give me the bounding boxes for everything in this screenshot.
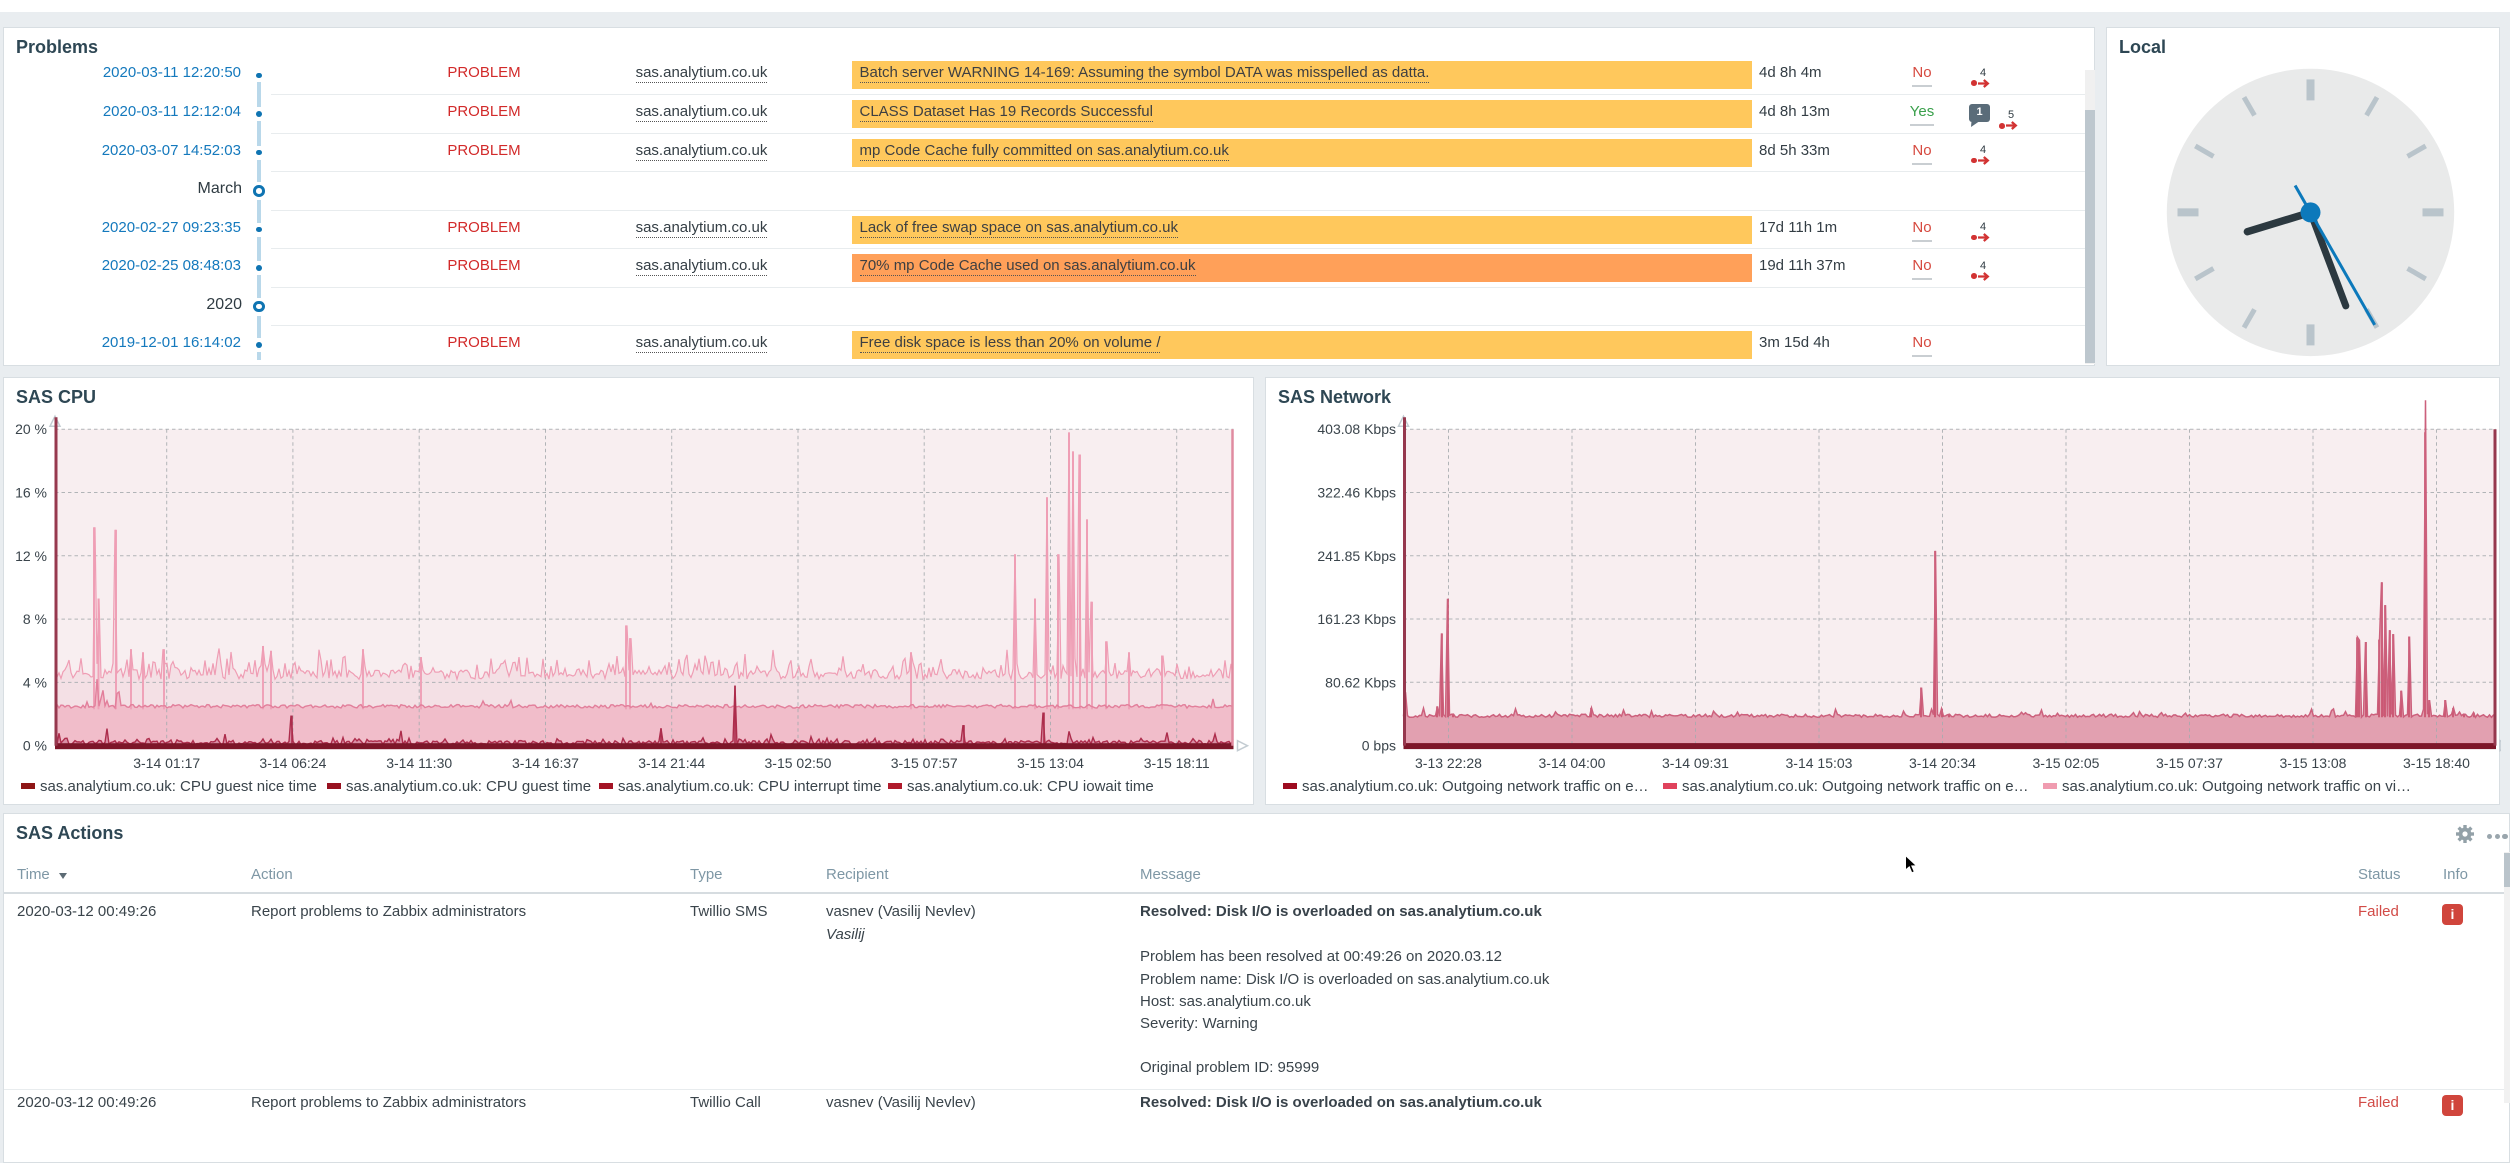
svg-text:403.08 Kbps: 403.08 Kbps [1317, 421, 1396, 437]
svg-text:3-14 09:31: 3-14 09:31 [1662, 755, 1729, 771]
svg-text:20 %: 20 % [15, 421, 47, 437]
svg-text:sas.analytium.co.uk: CPU iowai: sas.analytium.co.uk: CPU iowait time [907, 778, 1154, 795]
svg-text:3-15 07:57: 3-15 07:57 [891, 755, 958, 771]
svg-text:3-14 01:17: 3-14 01:17 [133, 755, 200, 771]
svg-text:3-14 11:30: 3-14 11:30 [386, 755, 452, 771]
svg-text:3-14 20:34: 3-14 20:34 [1909, 755, 1976, 771]
svg-text:16 %: 16 % [15, 485, 47, 501]
svg-text:sas.analytium.co.uk: CPU inter: sas.analytium.co.uk: CPU interrupt time [618, 778, 881, 795]
svg-text:3-14 21:44: 3-14 21:44 [638, 755, 705, 771]
svg-text:4 %: 4 % [23, 674, 47, 690]
svg-text:sas.analytium.co.uk: CPU guest: sas.analytium.co.uk: CPU guest time [346, 778, 591, 795]
svg-text:3-15 02:05: 3-15 02:05 [2033, 755, 2100, 771]
svg-text:sas.analytium.co.uk: Outgoing: sas.analytium.co.uk: Outgoing network tr… [1682, 778, 2029, 795]
svg-text:80.62 Kbps: 80.62 Kbps [1325, 674, 1396, 690]
svg-text:161.23 Kbps: 161.23 Kbps [1317, 611, 1396, 627]
svg-text:0 bps: 0 bps [1362, 738, 1396, 754]
svg-text:3-15 07:37: 3-15 07:37 [2156, 755, 2223, 771]
svg-text:3-15 18:11: 3-15 18:11 [1144, 755, 1210, 771]
svg-text:3-15 18:40: 3-15 18:40 [2403, 755, 2470, 771]
svg-text:3-14 06:24: 3-14 06:24 [259, 755, 326, 771]
svg-text:322.46 Kbps: 322.46 Kbps [1317, 485, 1396, 501]
svg-text:8 %: 8 % [23, 611, 47, 627]
svg-text:3-13 22:28: 3-13 22:28 [1415, 755, 1482, 771]
svg-text:3-15 13:08: 3-15 13:08 [2280, 755, 2347, 771]
svg-text:3-15 02:50: 3-15 02:50 [765, 755, 832, 771]
svg-text:12 %: 12 % [15, 548, 47, 564]
svg-text:sas.analytium.co.uk: Outgoing: sas.analytium.co.uk: Outgoing network tr… [2062, 778, 2411, 795]
svg-text:3-14 16:37: 3-14 16:37 [512, 755, 579, 771]
svg-text:sas.analytium.co.uk: CPU guest: sas.analytium.co.uk: CPU guest nice time [40, 778, 317, 795]
svg-text:3-14 04:00: 3-14 04:00 [1539, 755, 1606, 771]
svg-text:sas.analytium.co.uk: Outgoing: sas.analytium.co.uk: Outgoing network tr… [1302, 778, 1649, 795]
svg-text:241.85 Kbps: 241.85 Kbps [1317, 548, 1396, 564]
svg-text:3-15 13:04: 3-15 13:04 [1017, 755, 1084, 771]
svg-text:0 %: 0 % [23, 738, 47, 754]
svg-text:3-14 15:03: 3-14 15:03 [1786, 755, 1853, 771]
